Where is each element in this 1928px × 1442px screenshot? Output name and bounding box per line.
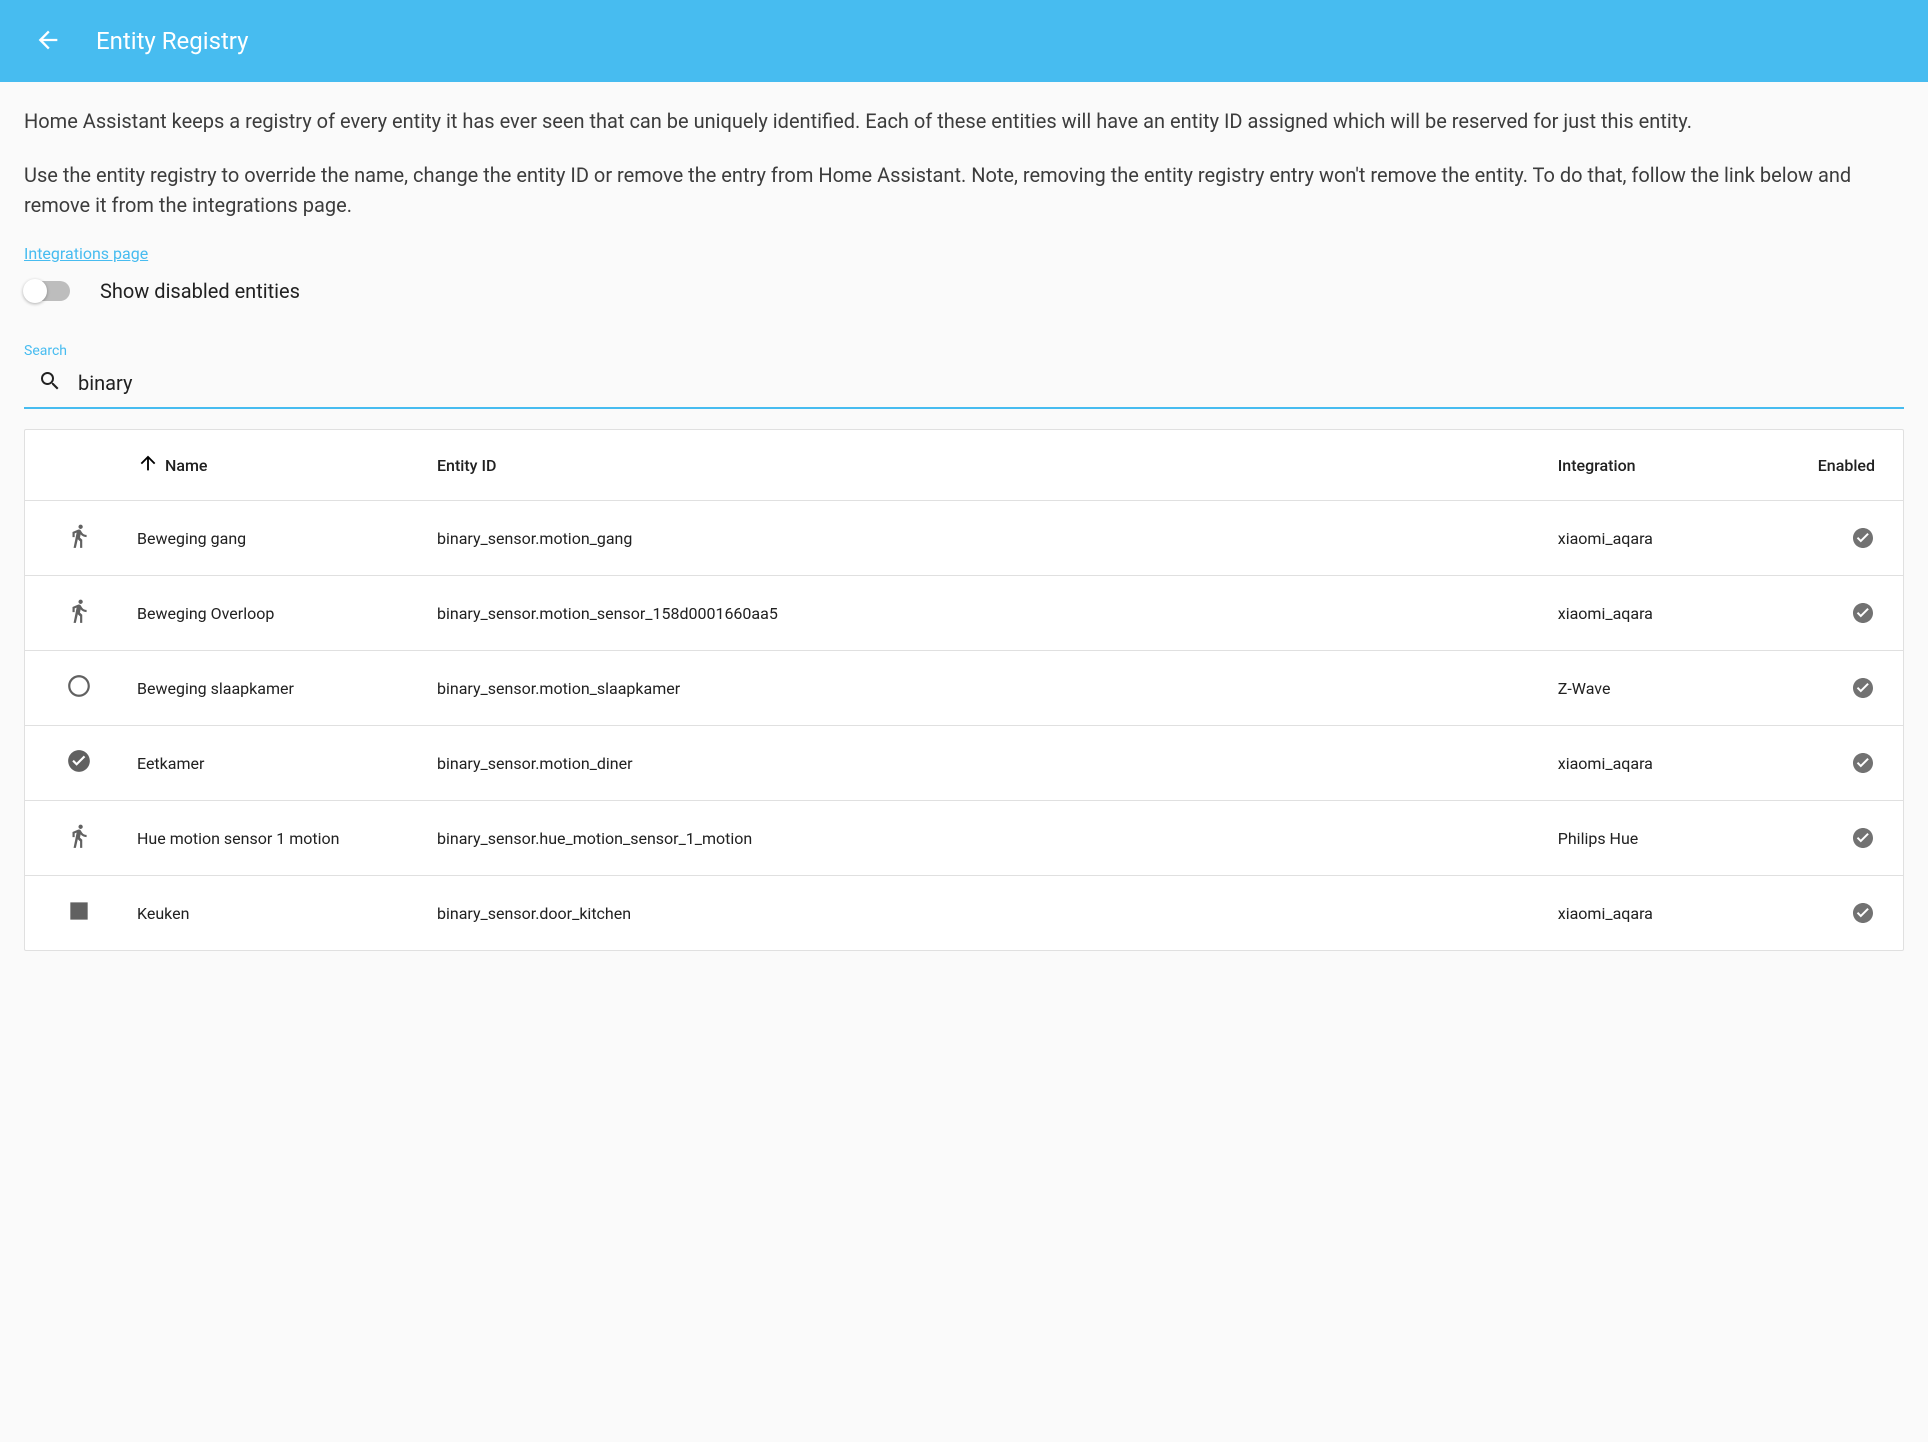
show-disabled-toggle[interactable] <box>24 281 70 301</box>
cell-entity-id: binary_sensor.motion_gang <box>421 501 1542 576</box>
enabled-check-icon <box>1851 826 1875 850</box>
integrations-link[interactable]: Integrations page <box>24 244 148 263</box>
show-disabled-label: Show disabled entities <box>100 279 300 303</box>
cell-integration: Z-Wave <box>1542 651 1802 726</box>
cell-integration: xiaomi_aqara <box>1542 726 1802 801</box>
cell-enabled <box>1802 576 1903 651</box>
col-header-enabled[interactable]: Enabled <box>1802 430 1903 501</box>
cell-enabled <box>1802 651 1903 726</box>
cell-integration: Philips Hue <box>1542 801 1802 876</box>
table-row[interactable]: Hue motion sensor 1 motionbinary_sensor.… <box>25 801 1903 876</box>
page-title: Entity Registry <box>96 27 249 55</box>
cell-entity-id: binary_sensor.motion_diner <box>421 726 1542 801</box>
cell-name: Beweging Overloop <box>121 576 421 651</box>
description-para-2: Use the entity registry to override the … <box>24 160 1904 220</box>
table-row[interactable]: Keukenbinary_sensor.door_kitchenxiaomi_a… <box>25 876 1903 951</box>
search-input-wrap <box>24 363 1904 409</box>
search-container: Search <box>24 343 1904 409</box>
square-icon <box>25 876 121 951</box>
content: Home Assistant keeps a registry of every… <box>0 82 1928 975</box>
col-header-name-label: Name <box>165 456 207 475</box>
table-row[interactable]: Eetkamerbinary_sensor.motion_dinerxiaomi… <box>25 726 1903 801</box>
sort-asc-icon <box>137 452 159 478</box>
back-button[interactable] <box>24 16 72 67</box>
cell-integration: xiaomi_aqara <box>1542 576 1802 651</box>
description-para-1: Home Assistant keeps a registry of every… <box>24 106 1904 136</box>
cell-enabled <box>1802 801 1903 876</box>
walk-icon <box>25 576 121 651</box>
cell-integration: xiaomi_aqara <box>1542 501 1802 576</box>
col-header-entity-id[interactable]: Entity ID <box>421 430 1542 501</box>
table-row[interactable]: Beweging gangbinary_sensor.motion_gangxi… <box>25 501 1903 576</box>
cell-entity-id: binary_sensor.motion_slaapkamer <box>421 651 1542 726</box>
col-header-name[interactable]: Name <box>121 430 421 501</box>
cell-enabled <box>1802 501 1903 576</box>
enabled-check-icon <box>1851 526 1875 550</box>
enabled-check-icon <box>1851 901 1875 925</box>
search-input[interactable] <box>78 371 1904 395</box>
cell-enabled <box>1802 876 1903 951</box>
enabled-check-icon <box>1851 601 1875 625</box>
enabled-check-icon <box>1851 676 1875 700</box>
cell-entity-id: binary_sensor.door_kitchen <box>421 876 1542 951</box>
table-row[interactable]: Beweging slaapkamerbinary_sensor.motion_… <box>25 651 1903 726</box>
app-header: Entity Registry <box>0 0 1928 82</box>
cell-integration: xiaomi_aqara <box>1542 876 1802 951</box>
entity-table-card: Name Entity ID Integration Enabled Beweg… <box>24 429 1904 951</box>
cell-name: Beweging slaapkamer <box>121 651 421 726</box>
col-header-icon <box>25 430 121 501</box>
table-row[interactable]: Beweging Overloopbinary_sensor.motion_se… <box>25 576 1903 651</box>
enabled-check-icon <box>1851 751 1875 775</box>
arrow-left-icon <box>34 26 62 57</box>
cell-entity-id: binary_sensor.hue_motion_sensor_1_motion <box>421 801 1542 876</box>
cell-enabled <box>1802 726 1903 801</box>
search-icon <box>38 369 62 397</box>
col-header-integration[interactable]: Integration <box>1542 430 1802 501</box>
cell-name: Keuken <box>121 876 421 951</box>
cell-entity-id: binary_sensor.motion_sensor_158d0001660a… <box>421 576 1542 651</box>
entity-table: Name Entity ID Integration Enabled Beweg… <box>25 430 1903 950</box>
cell-name: Beweging gang <box>121 501 421 576</box>
search-label: Search <box>24 343 1904 359</box>
toggle-thumb <box>23 279 47 303</box>
check-circle-icon <box>25 726 121 801</box>
cell-name: Hue motion sensor 1 motion <box>121 801 421 876</box>
walk-icon <box>25 801 121 876</box>
show-disabled-row: Show disabled entities <box>24 279 1904 303</box>
walk-icon <box>25 501 121 576</box>
circle-outline-icon <box>25 651 121 726</box>
cell-name: Eetkamer <box>121 726 421 801</box>
